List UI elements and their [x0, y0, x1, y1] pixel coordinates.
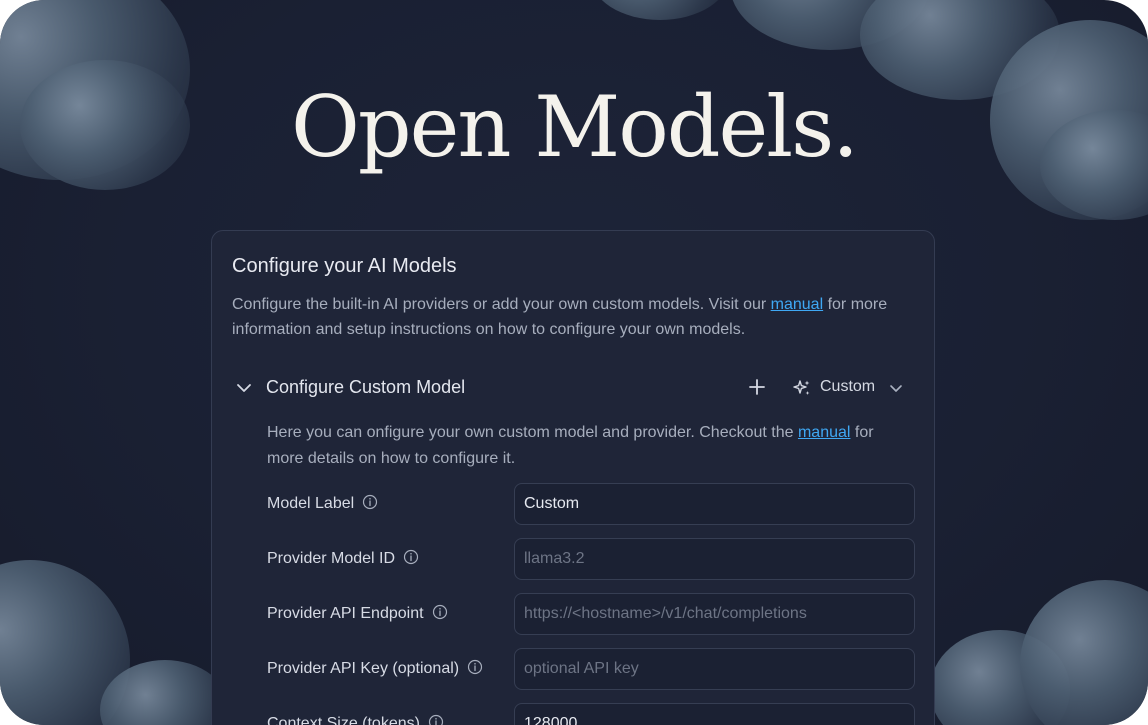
- hero-title: Open Models.: [291, 78, 859, 176]
- provider-api-endpoint-field[interactable]: [514, 593, 915, 635]
- provider-api-endpoint-label: Provider API Endpoint: [267, 604, 448, 623]
- model-select[interactable]: Custom: [792, 374, 908, 402]
- models-config-card: Configure your AI Models Configure the b…: [211, 230, 935, 725]
- section-title: Configure Custom Model: [266, 377, 466, 397]
- info-icon[interactable]: [403, 549, 419, 565]
- section-description: Here you can onfigure your own custom mo…: [267, 420, 907, 472]
- field-label-text: Model Label: [267, 495, 355, 512]
- info-icon[interactable]: [428, 714, 444, 725]
- custom-model-section-header[interactable]: Configure Custom Model Custom: [232, 374, 912, 402]
- card-description-text: Configure the built-in AI providers or a…: [232, 296, 771, 313]
- provider-api-key-field[interactable]: [514, 648, 915, 690]
- manual-link[interactable]: manual: [798, 424, 850, 441]
- info-icon[interactable]: [432, 604, 448, 620]
- context-size-label: Context Size (tokens): [267, 714, 444, 725]
- field-label-text: Context Size (tokens): [267, 715, 420, 725]
- cloud-decoration: [590, 0, 730, 20]
- field-label-text: Provider API Endpoint: [267, 605, 424, 622]
- provider-model-id-field[interactable]: [514, 538, 915, 580]
- manual-link[interactable]: manual: [771, 296, 823, 313]
- provider-model-id-row: Provider Model ID: [267, 538, 915, 580]
- context-size-field[interactable]: [514, 703, 915, 725]
- info-icon[interactable]: [362, 494, 378, 510]
- app-window: Open Models. Configure your AI Models Co…: [0, 0, 1148, 725]
- field-label-text: Provider Model ID: [267, 550, 396, 567]
- chevron-down-icon[interactable]: [234, 378, 254, 398]
- cloud-decoration: [1020, 580, 1148, 725]
- provider-api-endpoint-row: Provider API Endpoint: [267, 593, 915, 635]
- section-description-text: Here you can onfigure your own custom mo…: [267, 424, 798, 441]
- model-label-row: Model Label: [267, 483, 915, 525]
- provider-api-key-row: Provider API Key (optional): [267, 648, 915, 690]
- card-title: Configure your AI Models: [232, 255, 457, 277]
- plus-icon[interactable]: [746, 376, 768, 398]
- provider-api-key-label: Provider API Key (optional): [267, 659, 483, 678]
- model-label-field[interactable]: [514, 483, 915, 525]
- model-select-value: Custom: [820, 378, 876, 395]
- card-description: Configure the built-in AI providers or a…: [232, 292, 912, 342]
- context-size-row: Context Size (tokens): [267, 703, 915, 725]
- info-icon[interactable]: [467, 659, 483, 675]
- model-label-label: Model Label: [267, 494, 378, 513]
- field-label-text: Provider API Key (optional): [267, 660, 460, 677]
- provider-model-id-label: Provider Model ID: [267, 549, 419, 568]
- chevron-down-icon: [890, 385, 902, 392]
- sparkles-icon: [793, 380, 810, 395]
